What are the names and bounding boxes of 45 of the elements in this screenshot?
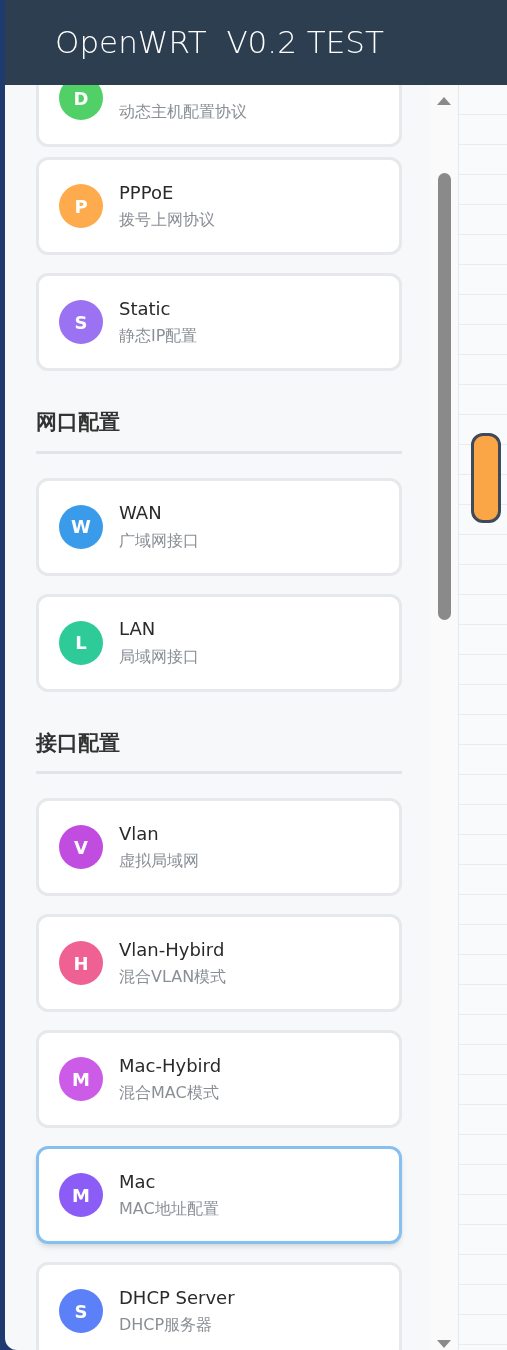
card-subtitle: 静态IP配置 <box>119 326 198 347</box>
menu-card[interactable]: L LAN 局域网接口 <box>36 593 402 692</box>
section-heading: 接口配置 <box>36 727 402 774</box>
card-subtitle: 混合MAC模式 <box>119 1083 220 1104</box>
scroll-up-icon[interactable] <box>437 97 451 105</box>
card-title: DHCP Server <box>119 1286 235 1310</box>
card-title: LAN <box>119 618 157 641</box>
card-subtitle: 拨号上网协议 <box>119 210 215 231</box>
card-subtitle: 局域网接口 <box>119 646 199 667</box>
menu-card[interactable]: W WAN 广域网接口 <box>36 477 402 576</box>
section-heading: 网口配置 <box>36 407 402 454</box>
menu-card[interactable]: H Vlan-Hybird 混合VLAN模式 <box>36 914 402 1012</box>
card-title: WAN <box>119 502 163 525</box>
letter-avatar: L <box>59 620 103 665</box>
node-block[interactable] <box>471 433 501 523</box>
scroll-down-icon[interactable] <box>437 1340 451 1348</box>
letter-avatar: V <box>59 825 103 869</box>
card-subtitle: 虚拟局域网 <box>119 851 199 872</box>
card-subtitle: 动态主机配置协议 <box>119 102 247 122</box>
card-subtitle: DHCP服务器 <box>119 1315 214 1336</box>
letter-avatar: M <box>59 1173 103 1217</box>
menu-card[interactable]: V Vlan 虚拟局域网 <box>36 798 402 896</box>
letter-avatar: S <box>59 1289 103 1333</box>
card-title: Mac-Hybird <box>119 1054 222 1078</box>
menu-card[interactable]: P PPPoE 拨号上网协议 <box>36 157 402 255</box>
menu-card[interactable]: M Mac MAC地址配置 <box>36 1146 402 1244</box>
menu-card[interactable]: S Static 静态IP配置 <box>36 273 402 371</box>
letter-avatar: H <box>59 941 103 985</box>
card-title: Vlan <box>119 822 160 846</box>
card-title: Static <box>119 297 172 321</box>
scrollbar-thumb[interactable] <box>437 173 451 620</box>
menu-card[interactable]: S DHCP Server DHCP服务器 <box>36 1262 402 1350</box>
menu-card[interactable]: M Mac-Hybird 混合MAC模式 <box>36 1030 402 1128</box>
app-title: OpenWRT V0.2 TEST <box>55 23 384 63</box>
card-subtitle: 广域网接口 <box>119 530 199 551</box>
card-title: PPPoE <box>119 181 175 205</box>
card-title: Vlan-Hybird <box>119 938 226 962</box>
letter-avatar: W <box>59 504 103 549</box>
letter-avatar: S <box>59 300 103 344</box>
letter-avatar: D <box>59 85 103 120</box>
letter-avatar: M <box>59 1057 103 1101</box>
card-subtitle: 混合VLAN模式 <box>119 967 227 988</box>
letter-avatar: P <box>59 184 103 228</box>
card-subtitle: MAC地址配置 <box>119 1199 219 1220</box>
card-title: Mac <box>119 1170 157 1194</box>
